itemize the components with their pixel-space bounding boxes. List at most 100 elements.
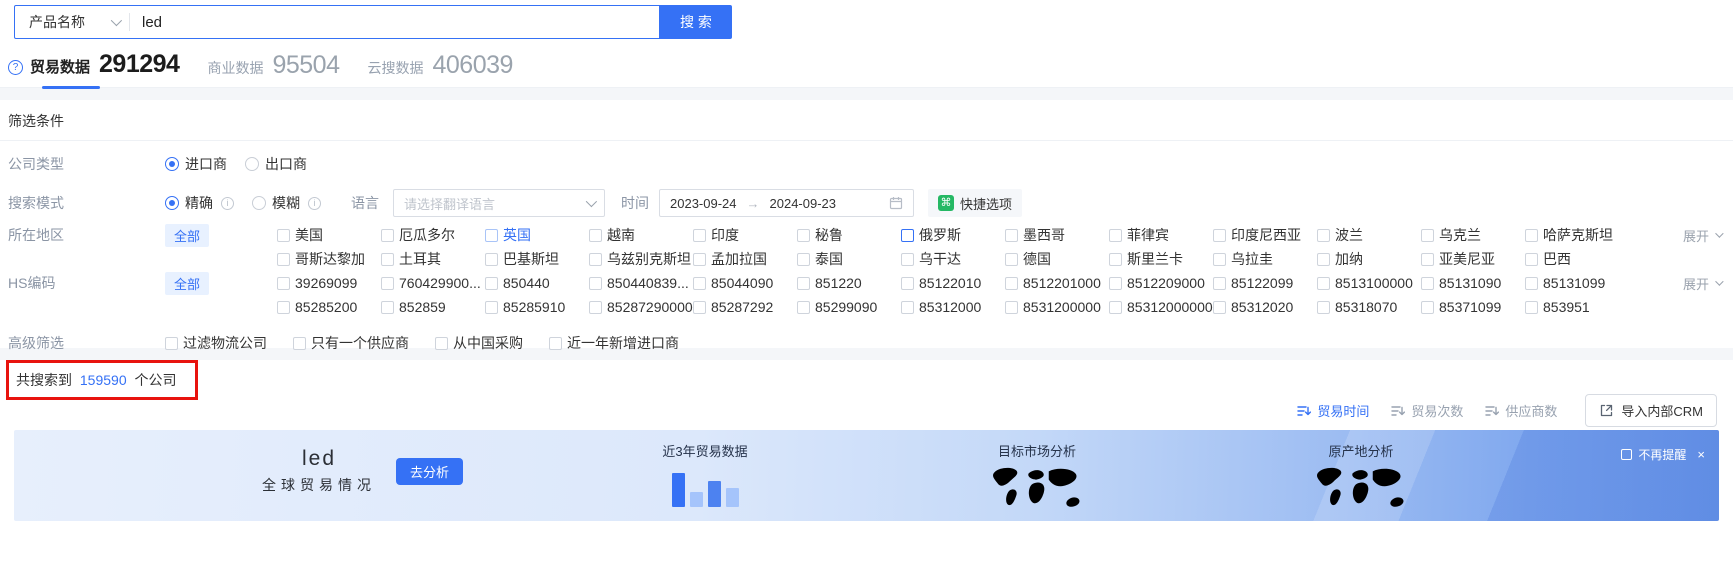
hs-code-checkbox-item[interactable]: 85312020 bbox=[1213, 299, 1317, 315]
checkbox[interactable] bbox=[901, 276, 914, 290]
analyze-button[interactable]: 去分析 bbox=[396, 457, 464, 485]
region-checkbox-item[interactable]: 哥斯达黎加 bbox=[277, 249, 381, 269]
radio-fuzzy-match[interactable]: 模糊 bbox=[252, 193, 321, 213]
checkbox[interactable] bbox=[1421, 228, 1434, 242]
checkbox[interactable] bbox=[1109, 228, 1122, 242]
radio-icon[interactable] bbox=[245, 157, 259, 171]
hs-code-checkbox-item[interactable]: 85122010 bbox=[901, 275, 1005, 291]
checkbox[interactable] bbox=[693, 300, 706, 314]
region-checkbox-item[interactable]: 加纳 bbox=[1317, 249, 1421, 269]
checkbox[interactable] bbox=[277, 252, 290, 266]
hs-code-checkbox-item[interactable]: 85312000 bbox=[901, 299, 1005, 315]
region-checkbox-item[interactable]: 巴西 bbox=[1525, 249, 1629, 269]
radio-exporter[interactable]: 出口商 bbox=[245, 154, 307, 174]
hs-code-checkbox-item[interactable]: 8512209000 bbox=[1109, 275, 1213, 291]
checkbox[interactable] bbox=[1317, 252, 1330, 266]
date-start[interactable]: 2023-09-24 bbox=[670, 196, 737, 211]
checkbox[interactable] bbox=[1213, 276, 1226, 290]
radio-icon[interactable] bbox=[252, 196, 266, 210]
checkbox[interactable] bbox=[589, 300, 602, 314]
region-checkbox-item[interactable]: 孟加拉国 bbox=[693, 249, 797, 269]
hs-code-checkbox-item[interactable]: 850440 bbox=[485, 275, 589, 291]
region-checkbox-item[interactable]: 英国 bbox=[485, 225, 589, 245]
expand-link[interactable]: 展开 bbox=[1683, 274, 1724, 293]
tab-business-data[interactable]: 商业数据 95504 bbox=[207, 48, 340, 88]
hs-code-checkbox-item[interactable]: 85285910 bbox=[485, 299, 589, 315]
hs-code-checkbox-item[interactable]: 39269099 bbox=[277, 275, 381, 291]
all-chip[interactable]: 全部 bbox=[165, 223, 210, 247]
import-crm-button[interactable]: 导入内部CRM bbox=[1585, 394, 1717, 427]
checkbox[interactable] bbox=[901, 228, 914, 242]
checkbox[interactable] bbox=[797, 300, 810, 314]
hs-code-checkbox-item[interactable]: 85287290000 bbox=[589, 299, 693, 315]
search-field-select[interactable]: 产品名称 bbox=[15, 12, 129, 32]
advanced-filter-checkbox[interactable]: 过滤物流公司 bbox=[165, 333, 267, 353]
hs-code-checkbox-item[interactable]: 85371099 bbox=[1421, 299, 1525, 315]
region-checkbox-item[interactable]: 菲律宾 bbox=[1109, 225, 1213, 245]
region-checkbox-item[interactable]: 巴基斯坦 bbox=[485, 249, 589, 269]
hs-code-checkbox-item[interactable]: 853951 bbox=[1525, 299, 1629, 315]
region-checkbox-item[interactable]: 墨西哥 bbox=[1005, 225, 1109, 245]
date-range-picker[interactable]: 2023-09-24 → 2024-09-23 bbox=[659, 189, 914, 217]
checkbox[interactable] bbox=[277, 228, 290, 242]
radio-exact-match[interactable]: 精确 bbox=[165, 193, 234, 213]
checkbox[interactable] bbox=[693, 228, 706, 242]
region-checkbox-item[interactable]: 印度尼西亚 bbox=[1213, 225, 1317, 245]
sort-supplier-count[interactable]: 供应商数 bbox=[1485, 401, 1557, 420]
hs-code-checkbox-item[interactable]: 85131090 bbox=[1421, 275, 1525, 291]
checkbox[interactable] bbox=[1317, 228, 1330, 242]
checkbox[interactable] bbox=[435, 336, 448, 350]
region-checkbox-item[interactable]: 乌拉圭 bbox=[1213, 249, 1317, 269]
checkbox[interactable] bbox=[901, 252, 914, 266]
checkbox[interactable] bbox=[1109, 300, 1122, 314]
dismiss-reminder[interactable]: 不再提醒 × bbox=[1621, 446, 1705, 463]
info-icon[interactable] bbox=[308, 196, 321, 210]
hs-code-checkbox-item[interactable]: 8513100000 bbox=[1317, 275, 1421, 291]
tab-cloud-search-data[interactable]: 云搜数据 406039 bbox=[367, 48, 513, 88]
hs-code-checkbox-item[interactable]: 851220 bbox=[797, 275, 901, 291]
checkbox[interactable] bbox=[1005, 300, 1018, 314]
checkbox[interactable] bbox=[277, 300, 290, 314]
checkbox[interactable] bbox=[1421, 252, 1434, 266]
region-checkbox-item[interactable]: 厄瓜多尔 bbox=[381, 225, 485, 245]
tab-trade-data[interactable]: 贸易数据 291294 bbox=[30, 48, 180, 89]
hs-code-checkbox-item[interactable]: 85044090 bbox=[693, 275, 797, 291]
checkbox[interactable] bbox=[381, 276, 394, 290]
region-checkbox-item[interactable]: 俄罗斯 bbox=[901, 225, 1005, 245]
hs-code-checkbox-item[interactable]: 85122099 bbox=[1213, 275, 1317, 291]
checkbox[interactable] bbox=[485, 300, 498, 314]
hs-code-checkbox-item[interactable]: 8512201000 bbox=[1005, 275, 1109, 291]
checkbox[interactable] bbox=[485, 276, 498, 290]
checkbox[interactable] bbox=[901, 300, 914, 314]
advanced-filter-checkbox[interactable]: 只有一个供应商 bbox=[293, 333, 409, 353]
checkbox[interactable] bbox=[1213, 228, 1226, 242]
region-checkbox-item[interactable]: 泰国 bbox=[797, 249, 901, 269]
checkbox[interactable] bbox=[693, 252, 706, 266]
checkbox[interactable] bbox=[1421, 300, 1434, 314]
checkbox[interactable] bbox=[485, 252, 498, 266]
checkbox[interactable] bbox=[1109, 276, 1122, 290]
checkbox[interactable] bbox=[1213, 300, 1226, 314]
checkbox[interactable] bbox=[1213, 252, 1226, 266]
region-checkbox-item[interactable]: 乌兹别克斯坦 bbox=[589, 249, 693, 269]
checkbox[interactable] bbox=[1525, 276, 1538, 290]
checkbox[interactable] bbox=[797, 252, 810, 266]
search-input[interactable] bbox=[142, 7, 659, 37]
region-checkbox-item[interactable]: 土耳其 bbox=[381, 249, 485, 269]
search-button[interactable]: 搜 索 bbox=[660, 5, 732, 39]
checkbox[interactable] bbox=[1005, 276, 1018, 290]
region-checkbox-item[interactable]: 印度 bbox=[693, 225, 797, 245]
checkbox[interactable] bbox=[1525, 300, 1538, 314]
date-end[interactable]: 2024-09-23 bbox=[770, 196, 837, 211]
region-checkbox-item[interactable]: 美国 bbox=[277, 225, 381, 245]
checkbox[interactable] bbox=[589, 276, 602, 290]
hs-code-checkbox-item[interactable]: 850440839... bbox=[589, 275, 693, 291]
hs-code-checkbox-item[interactable]: 8531200000 bbox=[1005, 299, 1109, 315]
close-icon[interactable]: × bbox=[1697, 448, 1705, 461]
region-checkbox-item[interactable]: 乌克兰 bbox=[1421, 225, 1525, 245]
checkbox[interactable] bbox=[1109, 252, 1122, 266]
region-checkbox-item[interactable]: 亚美尼亚 bbox=[1421, 249, 1525, 269]
checkbox[interactable] bbox=[1421, 276, 1434, 290]
checkbox[interactable] bbox=[797, 276, 810, 290]
checkbox[interactable] bbox=[165, 336, 178, 350]
